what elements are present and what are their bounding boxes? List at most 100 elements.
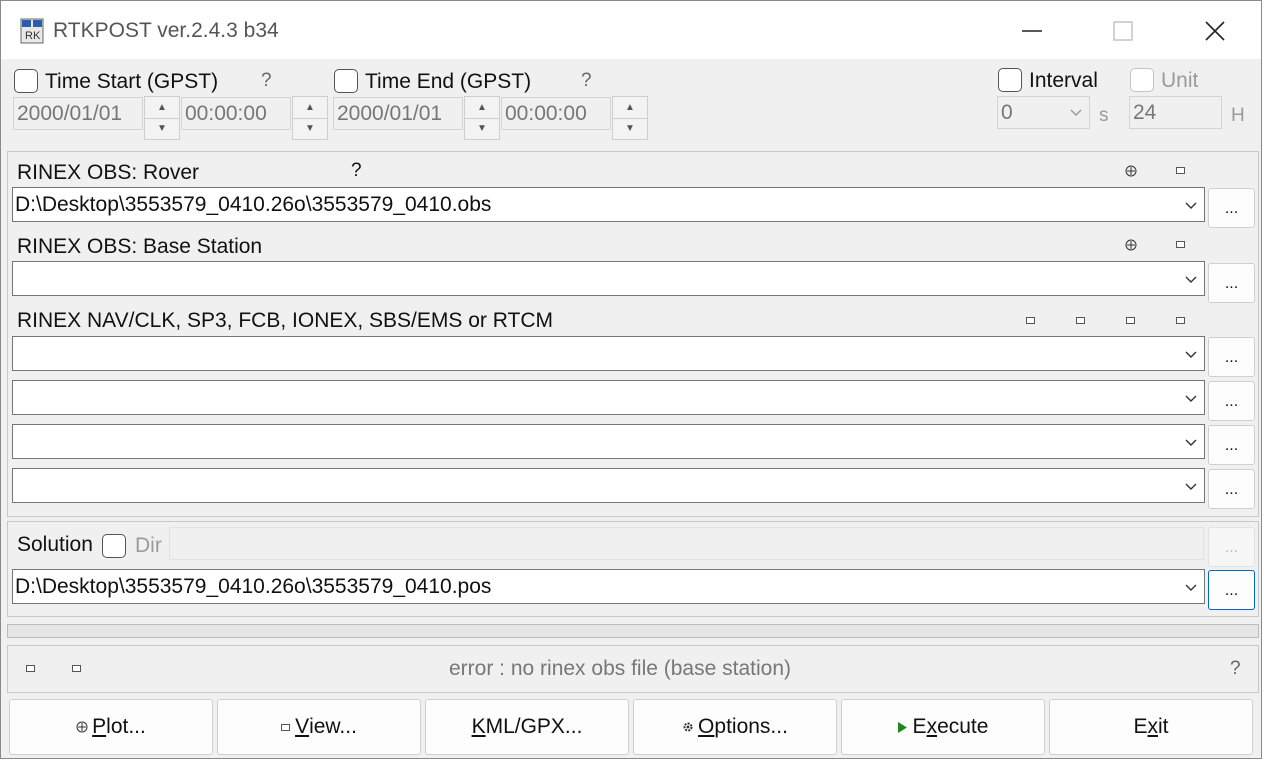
solution-file-combo[interactable]: D:\Desktop\3553579_0410.26o\3553579_0410… bbox=[12, 569, 1205, 604]
spin-up-icon[interactable]: ▲ bbox=[465, 97, 499, 119]
rover-file-combo[interactable]: D:\Desktop\3553579_0410.26o\3553579_0410… bbox=[12, 187, 1205, 222]
view-icon[interactable] bbox=[1076, 317, 1085, 324]
view-button[interactable]: View... bbox=[217, 699, 421, 755]
rtklib-app-icon: RK bbox=[19, 17, 45, 45]
plot-button[interactable]: Plot... bbox=[9, 699, 213, 755]
close-icon bbox=[1205, 21, 1225, 41]
exit-label: it bbox=[1158, 715, 1169, 738]
plot-icon[interactable] bbox=[1125, 165, 1137, 177]
base-label: RINEX OBS: Base Station bbox=[17, 235, 263, 258]
view-icon[interactable] bbox=[1176, 241, 1185, 248]
time-end-time-field[interactable]: 00:00:00 bbox=[501, 97, 611, 130]
gear-icon bbox=[682, 715, 694, 739]
rover-label: RINEX OBS: Rover bbox=[17, 161, 200, 184]
view-icon[interactable] bbox=[72, 665, 81, 672]
options-button[interactable]: Options... bbox=[633, 699, 837, 755]
execute-label: ecute bbox=[937, 715, 989, 738]
kml-gpx-button[interactable]: K ML/GPX... bbox=[425, 699, 629, 755]
nav-file-combo-2[interactable] bbox=[12, 380, 1205, 415]
rtkpost-window: RK RTKPOST ver.2.4.3 b34 Time Start (GPS… bbox=[0, 0, 1262, 759]
nav-file-combo-3[interactable] bbox=[12, 424, 1205, 459]
unit-field[interactable]: 24 bbox=[1129, 96, 1222, 129]
nav-browse-button-4[interactable]: ... bbox=[1208, 469, 1255, 509]
spin-down-icon[interactable]: ▼ bbox=[613, 118, 647, 139]
exit-button[interactable]: Ex it bbox=[1049, 699, 1253, 755]
chevron-down-icon bbox=[1069, 97, 1083, 128]
chevron-down-icon bbox=[1184, 425, 1198, 458]
view-icon[interactable] bbox=[1026, 317, 1035, 324]
rover-help[interactable]: ? bbox=[351, 160, 362, 182]
chevron-down-icon bbox=[1184, 570, 1198, 603]
kml-label: ML/GPX... bbox=[485, 715, 583, 738]
solution-dir-checkbox[interactable] bbox=[102, 534, 126, 558]
exit-prefix: E bbox=[1133, 715, 1148, 738]
time-end-date-field[interactable]: 2000/01/01 bbox=[333, 97, 463, 130]
play-icon bbox=[897, 715, 907, 739]
nav-browse-button-1[interactable]: ... bbox=[1208, 337, 1255, 377]
title-bar: RK RTKPOST ver.2.4.3 b34 bbox=[1, 1, 1261, 59]
time-end-time-spinner[interactable]: ▲ ▼ bbox=[612, 96, 648, 140]
chevron-down-icon bbox=[1184, 337, 1198, 370]
chevron-down-icon bbox=[1184, 469, 1198, 502]
spin-down-icon[interactable]: ▼ bbox=[293, 118, 327, 139]
solution-dir-browse-button[interactable]: ... bbox=[1208, 527, 1255, 567]
time-start-date-spinner[interactable]: ▲ ▼ bbox=[144, 96, 180, 140]
view-icon[interactable] bbox=[1126, 317, 1135, 324]
interval-select[interactable]: 0 bbox=[997, 96, 1090, 129]
kml-mnemonic: K bbox=[471, 715, 486, 738]
solution-browse-button[interactable]: ... bbox=[1208, 570, 1255, 610]
plot-icon[interactable] bbox=[1125, 239, 1137, 251]
base-browse-button[interactable]: ... bbox=[1208, 263, 1255, 303]
time-end-checkbox[interactable] bbox=[334, 69, 358, 93]
interval-value: 0 bbox=[1001, 101, 1013, 124]
view-icon[interactable] bbox=[1176, 167, 1185, 174]
interval-checkbox[interactable] bbox=[998, 68, 1022, 92]
view-label: iew... bbox=[309, 715, 357, 738]
time-start-help[interactable]: ? bbox=[261, 70, 272, 92]
solution-dir-field[interactable] bbox=[169, 527, 1204, 560]
rover-file-path: D:\Desktop\3553579_0410.26o\3553579_0410… bbox=[15, 193, 492, 216]
svg-text:RK: RK bbox=[25, 30, 41, 42]
spin-down-icon[interactable]: ▼ bbox=[465, 118, 499, 139]
close-button[interactable] bbox=[1185, 9, 1245, 53]
nav-browse-button-3[interactable]: ... bbox=[1208, 425, 1255, 465]
spin-up-icon[interactable]: ▲ bbox=[145, 97, 179, 119]
time-end-help[interactable]: ? bbox=[581, 70, 592, 92]
view-icon[interactable] bbox=[1176, 317, 1185, 324]
nav-file-combo-1[interactable] bbox=[12, 336, 1205, 371]
time-start-label: Time Start (GPST) bbox=[45, 70, 219, 93]
nav-browse-button-2[interactable]: ... bbox=[1208, 381, 1255, 421]
time-start-time-spinner[interactable]: ▲ ▼ bbox=[292, 96, 328, 140]
time-end-date-spinner[interactable]: ▲ ▼ bbox=[464, 96, 500, 140]
execute-prefix: E bbox=[912, 715, 927, 738]
minimize-icon bbox=[1022, 30, 1042, 32]
minimize-button[interactable] bbox=[1002, 9, 1062, 53]
spin-down-icon[interactable]: ▼ bbox=[145, 118, 179, 139]
time-start-time-field[interactable]: 00:00:00 bbox=[181, 97, 291, 130]
rover-browse-button[interactable]: ... bbox=[1208, 188, 1255, 228]
nav-label: RINEX NAV/CLK, SP3, FCB, IONEX, SBS/EMS … bbox=[17, 309, 554, 332]
time-start-date-field[interactable]: 2000/01/01 bbox=[13, 97, 143, 130]
view-icon bbox=[281, 723, 291, 731]
view-icon[interactable] bbox=[26, 665, 35, 672]
solution-file-path: D:\Desktop\3553579_0410.26o\3553579_0410… bbox=[15, 575, 492, 598]
chevron-down-icon bbox=[1184, 188, 1198, 221]
nav-file-combo-4[interactable] bbox=[12, 468, 1205, 503]
plot-icon bbox=[76, 715, 88, 739]
solution-dir-label: Dir bbox=[135, 534, 162, 557]
chevron-down-icon bbox=[1184, 262, 1198, 295]
view-mnemonic: V bbox=[295, 715, 310, 738]
spin-up-icon[interactable]: ▲ bbox=[613, 97, 647, 119]
time-start-checkbox[interactable] bbox=[14, 69, 38, 93]
unit-checkbox[interactable] bbox=[1130, 68, 1154, 92]
maximize-button[interactable] bbox=[1093, 9, 1153, 53]
maximize-icon bbox=[1113, 21, 1133, 41]
status-help[interactable]: ? bbox=[1230, 658, 1241, 680]
plot-label: lot... bbox=[106, 715, 146, 738]
execute-button[interactable]: Ex ecute bbox=[841, 699, 1045, 755]
unit-suffix: H bbox=[1231, 105, 1245, 126]
spin-up-icon[interactable]: ▲ bbox=[293, 97, 327, 119]
base-file-combo[interactable] bbox=[12, 261, 1205, 296]
options-label: ptions... bbox=[714, 715, 788, 738]
execute-mnemonic: x bbox=[926, 715, 938, 738]
